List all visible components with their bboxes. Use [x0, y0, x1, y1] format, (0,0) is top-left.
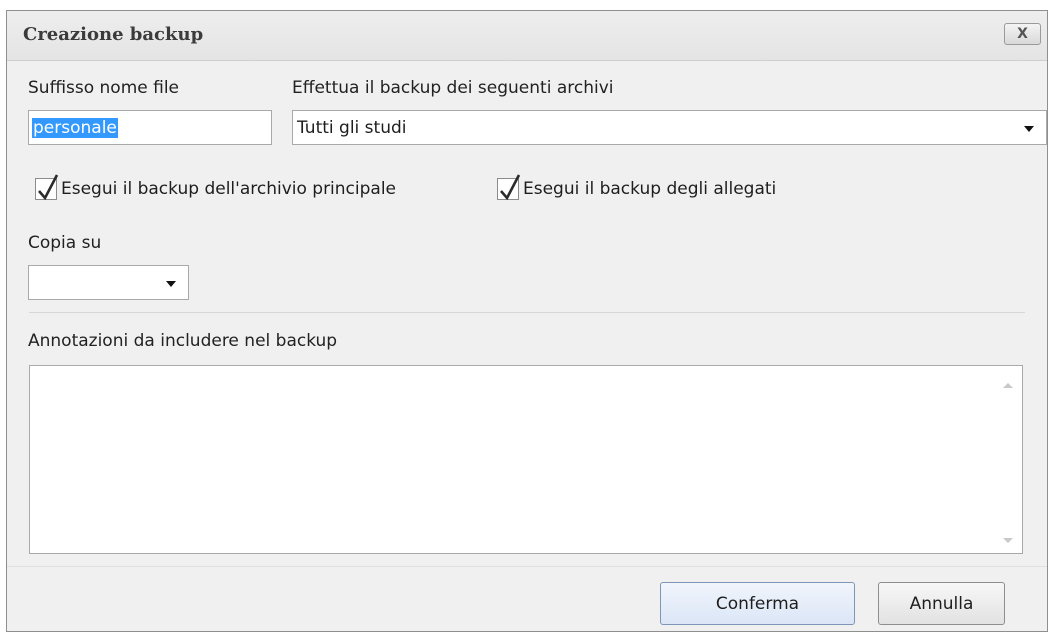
attachments-option[interactable]: Esegui il backup degli allegati: [497, 174, 777, 201]
confirm-button[interactable]: Conferma: [660, 582, 855, 625]
chevron-down-icon: [1024, 126, 1034, 132]
notes-textarea[interactable]: [29, 365, 1023, 554]
archives-selected-value: Tutti gli studi: [297, 118, 407, 138]
suffix-label: Suffisso nome file: [28, 78, 180, 98]
checkmark-icon: [38, 174, 59, 201]
scroll-up-icon[interactable]: [1003, 383, 1013, 388]
attachments-checkbox[interactable]: [497, 174, 521, 201]
suffix-value: personale: [32, 118, 118, 138]
notes-label: Annotazioni da includere nel backup: [28, 331, 338, 351]
attachments-label: Esegui il backup degli allegati: [523, 179, 777, 199]
title-bar: Creazione backup X: [7, 11, 1047, 61]
main-archive-checkbox[interactable]: [35, 174, 59, 201]
archives-select[interactable]: Tutti gli studi: [292, 110, 1047, 145]
chevron-down-icon: [166, 281, 176, 287]
scroll-down-icon[interactable]: [1003, 538, 1013, 543]
close-icon: X: [1017, 26, 1028, 42]
archives-label: Effettua il backup dei seguenti archivi: [292, 78, 614, 98]
main-archive-label: Esegui il backup dell'archivio principal…: [61, 179, 397, 199]
main-archive-option[interactable]: Esegui il backup dell'archivio principal…: [35, 174, 397, 201]
footer-divider: [7, 566, 1047, 567]
copy-to-label: Copia su: [28, 233, 102, 253]
close-button[interactable]: X: [1004, 23, 1041, 45]
dialog-title: Creazione backup: [23, 24, 204, 45]
copy-to-select[interactable]: [28, 265, 189, 300]
suffix-input[interactable]: personale: [28, 110, 272, 145]
cancel-button[interactable]: Annulla: [878, 582, 1005, 625]
section-divider: [29, 312, 1025, 313]
backup-dialog: Creazione backup X Suffisso nome file pe…: [6, 10, 1048, 632]
checkmark-icon: [500, 174, 521, 201]
